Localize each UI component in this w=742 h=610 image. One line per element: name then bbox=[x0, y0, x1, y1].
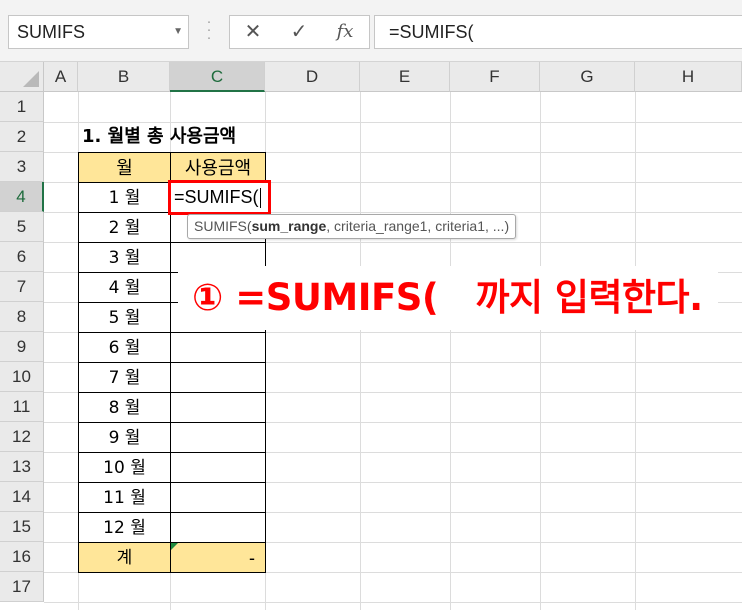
chevron-down-icon[interactable]: ▼ bbox=[173, 16, 183, 48]
month-cell[interactable]: 10 월 bbox=[78, 452, 171, 483]
gridline bbox=[360, 92, 361, 610]
amount-cell[interactable] bbox=[170, 422, 266, 453]
column-header[interactable]: C bbox=[170, 62, 265, 92]
select-all-button[interactable] bbox=[0, 62, 44, 92]
amount-cell[interactable] bbox=[170, 482, 266, 513]
row-header[interactable]: 15 bbox=[0, 512, 44, 542]
amount-cell[interactable] bbox=[170, 452, 266, 483]
name-box[interactable]: SUMIFS ▼ bbox=[8, 15, 189, 49]
row-header[interactable]: 11 bbox=[0, 392, 44, 422]
row-header[interactable]: 2 bbox=[0, 122, 44, 152]
column-header[interactable]: G bbox=[540, 62, 635, 92]
instruction-annotation: ① =SUMIFS( 까지 입력한다. bbox=[178, 266, 718, 330]
row-header[interactable]: 12 bbox=[0, 422, 44, 452]
row-header[interactable]: 7 bbox=[0, 272, 44, 302]
insert-function-button[interactable]: fx bbox=[330, 16, 360, 48]
row-header[interactable]: 4 bbox=[0, 182, 44, 212]
month-cell[interactable]: 11 월 bbox=[78, 482, 171, 513]
column-header[interactable]: B bbox=[78, 62, 170, 92]
row-header[interactable]: 8 bbox=[0, 302, 44, 332]
text-caret bbox=[259, 188, 261, 209]
formula-toolbar: SUMIFS ▼ · · · ✕ ✓ fx =SUMIFS( bbox=[0, 0, 742, 62]
amount-cell[interactable] bbox=[170, 392, 266, 423]
month-cell[interactable]: 7 월 bbox=[78, 362, 171, 393]
sheet-title: 1. 월별 총 사용금액 bbox=[82, 126, 237, 147]
row-header[interactable]: 3 bbox=[0, 152, 44, 182]
row-header[interactable]: 6 bbox=[0, 242, 44, 272]
spreadsheet-grid: A B C D E F G H 1 2 3 4 5 6 7 8 9 10 11 12 13 14 15 16 17 1. 월별 총… bbox=[0, 62, 742, 610]
month-cell[interactable]: 4 월 bbox=[78, 272, 171, 303]
column-header[interactable]: F bbox=[450, 62, 540, 92]
total-value-cell[interactable]: - bbox=[170, 542, 266, 573]
editing-text: =SUMIFS( bbox=[174, 187, 259, 207]
name-box-value: SUMIFS bbox=[17, 22, 86, 42]
table-header-month: 월 bbox=[78, 152, 171, 183]
row-header[interactable]: 17 bbox=[0, 572, 44, 602]
row-header[interactable]: 10 bbox=[0, 362, 44, 392]
amount-cell[interactable] bbox=[170, 362, 266, 393]
row-header[interactable]: 5 bbox=[0, 212, 44, 242]
row-header[interactable]: 1 bbox=[0, 92, 44, 122]
gridline bbox=[44, 602, 742, 603]
column-header[interactable]: H bbox=[635, 62, 742, 92]
error-indicator-icon bbox=[171, 543, 178, 550]
total-label-cell[interactable]: 계 bbox=[78, 542, 171, 573]
month-cell[interactable]: 12 월 bbox=[78, 512, 171, 543]
month-cell[interactable]: 1 월 bbox=[78, 182, 171, 213]
amount-cell[interactable] bbox=[170, 512, 266, 543]
drag-handle-icon[interactable]: · · · bbox=[206, 14, 212, 45]
column-header[interactable]: A bbox=[44, 62, 78, 92]
month-cell[interactable]: 2 월 bbox=[78, 212, 171, 243]
row-header[interactable]: 9 bbox=[0, 332, 44, 362]
gridline bbox=[540, 92, 541, 610]
select-all-icon bbox=[23, 71, 39, 87]
tooltip-current-arg[interactable]: sum_range bbox=[252, 218, 327, 234]
month-cell[interactable]: 8 월 bbox=[78, 392, 171, 423]
formula-input[interactable]: =SUMIFS( bbox=[374, 15, 742, 49]
tooltip-remaining-args: , criteria_range1, criteria1, ...) bbox=[326, 218, 510, 234]
month-cell[interactable]: 5 월 bbox=[78, 302, 171, 333]
column-header[interactable]: D bbox=[265, 62, 360, 92]
checkmark-icon[interactable]: ✓ bbox=[284, 16, 314, 48]
table-header-amount: 사용금액 bbox=[170, 152, 266, 183]
month-cell[interactable]: 9 월 bbox=[78, 422, 171, 453]
amount-cell[interactable] bbox=[170, 332, 266, 363]
function-tooltip[interactable]: SUMIFS(sum_range, criteria_range1, crite… bbox=[187, 214, 517, 239]
formula-buttons: ✕ ✓ fx bbox=[229, 15, 370, 49]
row-header[interactable]: 13 bbox=[0, 452, 44, 482]
tooltip-function-name[interactable]: SUMIFS( bbox=[194, 218, 252, 234]
gridline bbox=[635, 92, 636, 610]
month-cell[interactable]: 6 월 bbox=[78, 332, 171, 363]
row-header[interactable]: 16 bbox=[0, 542, 44, 572]
gridline bbox=[450, 92, 451, 610]
column-header[interactable]: E bbox=[360, 62, 450, 92]
active-cell-editor[interactable]: =SUMIFS( bbox=[168, 180, 271, 215]
row-header[interactable]: 14 bbox=[0, 482, 44, 512]
month-cell[interactable]: 3 월 bbox=[78, 242, 171, 273]
close-icon[interactable]: ✕ bbox=[238, 16, 268, 48]
